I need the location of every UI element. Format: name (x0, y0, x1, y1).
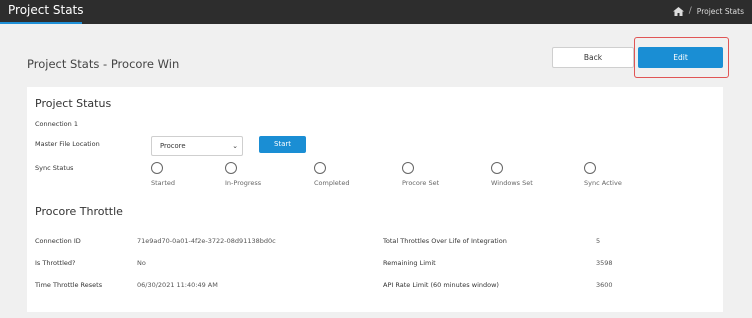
master-file-location-label: Master File Location (35, 140, 100, 148)
sync-status-radio-in-progress[interactable] (225, 162, 237, 174)
master-file-location-value: Procore (160, 142, 186, 150)
chevron-down-icon: ⌄ (232, 142, 238, 150)
sync-status-radio-procore-set[interactable] (402, 162, 414, 174)
api-rate-limit-value: 3600 (596, 281, 613, 289)
time-throttle-resets-value: 06/30/2021 11:40:49 AM (137, 281, 218, 289)
sync-status-radio-sync-active[interactable] (584, 162, 596, 174)
master-file-location-select[interactable]: Procore ⌄ (151, 136, 243, 156)
remaining-limit-value: 3598 (596, 259, 613, 267)
sync-status-label-started: Started (151, 179, 176, 187)
connection-label: Connection 1 (35, 120, 78, 128)
breadcrumb-current: Project Stats (696, 6, 744, 16)
breadcrumb: / Project Stats (672, 6, 744, 16)
sync-status-label-windows-set: Windows Set (491, 179, 533, 187)
api-rate-limit-label: API Rate Limit (60 minutes window) (383, 281, 499, 289)
edit-button[interactable]: Edit (638, 47, 723, 68)
sync-status-label-completed: Completed (314, 179, 350, 187)
procore-throttle-title: Procore Throttle (35, 205, 123, 218)
is-throttled-value: No (137, 259, 146, 267)
sync-status-label-sync-active: Sync Active (584, 179, 622, 187)
remaining-limit-label: Remaining Limit (383, 259, 436, 267)
project-status-title: Project Status (35, 97, 112, 110)
sync-status-radio-started[interactable] (151, 162, 163, 174)
total-throttles-label: Total Throttles Over Life of Integration (383, 237, 507, 245)
start-button[interactable]: Start (259, 136, 306, 153)
sync-status-radio-windows-set[interactable] (491, 162, 503, 174)
back-button[interactable]: Back (552, 47, 634, 68)
home-icon[interactable] (672, 6, 684, 16)
sync-status-label-in-progress: In-Progress (225, 179, 262, 187)
sync-status-label-procore-set: Procore Set (402, 179, 440, 187)
time-throttle-resets-label: Time Throttle Resets (35, 281, 103, 289)
page-title: Project Stats - Procore Win (27, 57, 180, 71)
app-title: Project Stats (8, 3, 84, 17)
sync-status-radio-completed[interactable] (314, 162, 326, 174)
connection-id-value: 71e9ad70-0a01-4f2e-3722-08d91138bd0c (137, 237, 276, 245)
active-tab-indicator (0, 22, 82, 24)
total-throttles-value: 5 (596, 237, 601, 245)
project-stats-card (27, 87, 723, 312)
connection-id-label: Connection ID (35, 237, 81, 245)
top-bar: Project Stats / Project Stats (0, 0, 752, 24)
sync-status-label: Sync Status (35, 164, 74, 172)
is-throttled-label: Is Throttled? (35, 259, 76, 267)
breadcrumb-separator: / (688, 6, 692, 16)
